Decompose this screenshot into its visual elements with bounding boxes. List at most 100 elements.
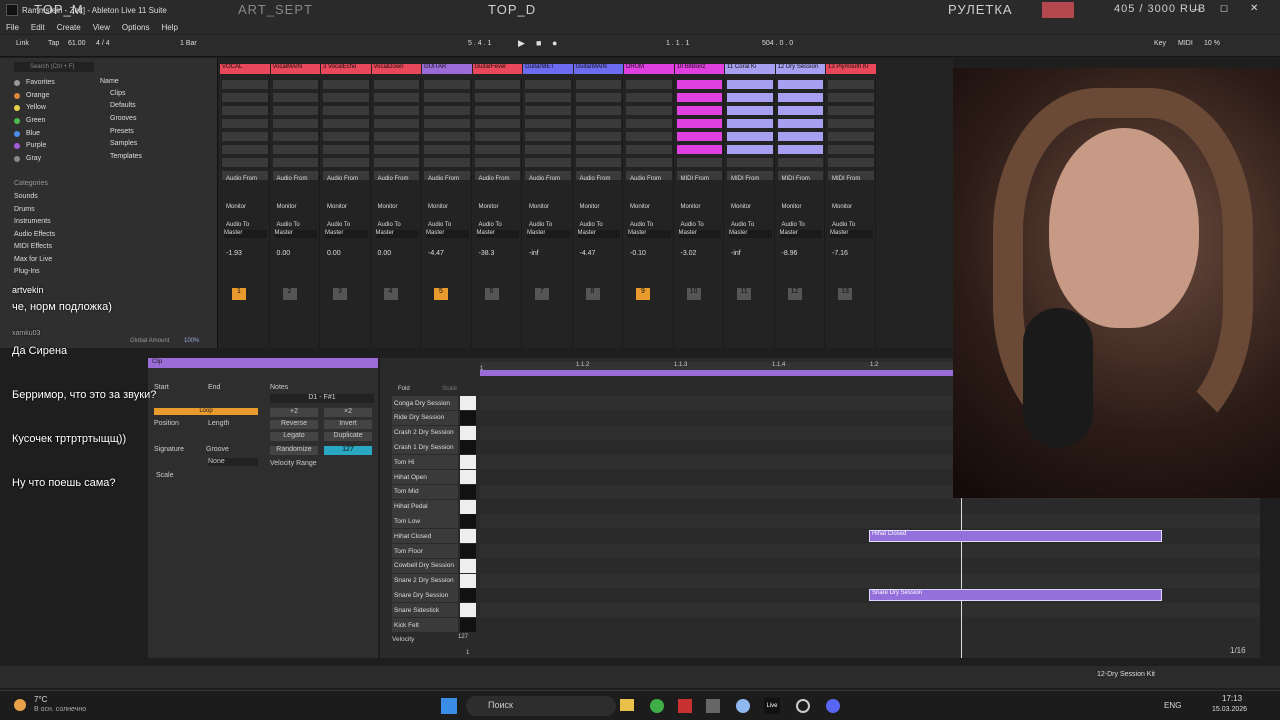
clip-slot[interactable] <box>525 132 571 141</box>
close-icon[interactable]: ✕ <box>1250 3 1258 14</box>
piano-key[interactable] <box>460 499 476 514</box>
piano-key[interactable] <box>460 603 476 618</box>
folder-presets[interactable]: Presets <box>110 128 134 135</box>
clip-slot[interactable] <box>828 80 874 89</box>
clip-slot[interactable] <box>626 119 672 128</box>
clip-slot[interactable] <box>474 132 520 141</box>
clip-slot[interactable] <box>373 158 419 167</box>
lane-grid-row[interactable] <box>480 499 1260 514</box>
clip-slot[interactable] <box>626 158 672 167</box>
clip-slot[interactable] <box>222 145 268 154</box>
clip-slot[interactable] <box>727 132 773 141</box>
output-select[interactable]: Master <box>274 230 317 238</box>
clip-slot[interactable] <box>272 132 318 141</box>
piano-key[interactable] <box>460 558 476 573</box>
output-select[interactable]: Master <box>628 230 671 238</box>
clip-slot[interactable] <box>828 132 874 141</box>
randomize-button[interactable]: Randomize <box>270 446 318 455</box>
clip-slot[interactable] <box>373 80 419 89</box>
clip-slot[interactable] <box>676 145 722 154</box>
multiply-x2[interactable]: ×2 <box>324 408 372 417</box>
piano-key[interactable] <box>460 544 476 558</box>
clip-slot[interactable] <box>222 119 268 128</box>
clip-slot[interactable] <box>727 119 773 128</box>
lane-grid-row[interactable] <box>480 544 1260 558</box>
folder-templates[interactable]: Templates <box>110 153 142 160</box>
clip-slot[interactable] <box>525 106 571 115</box>
piano-key[interactable] <box>460 573 476 588</box>
note-range[interactable]: D1 - F#1 <box>270 394 374 403</box>
clip-slot[interactable] <box>373 119 419 128</box>
taskbar-search[interactable]: Поиск <box>466 696 616 716</box>
grid-fraction[interactable]: 1/16 <box>1230 646 1246 655</box>
minimize-icon[interactable]: — <box>1192 4 1201 14</box>
reverse-button[interactable]: Reverse <box>270 420 318 429</box>
track-activator[interactable]: 8 <box>585 288 600 300</box>
drum-lane-label[interactable]: Tom Low <box>392 514 458 529</box>
clip-slot[interactable] <box>474 80 520 89</box>
global-amount-value[interactable]: 100% <box>184 338 199 344</box>
app-icon[interactable] <box>678 699 692 713</box>
clip-slot[interactable] <box>424 80 470 89</box>
piano-key[interactable] <box>460 618 476 632</box>
drum-lane-label[interactable]: Ride Dry Session <box>392 410 458 425</box>
clip-slot[interactable] <box>575 132 621 141</box>
track-header[interactable]: 13 Plymouth Ki <box>826 64 876 74</box>
clip-slot[interactable] <box>777 80 823 89</box>
track-activator[interactable]: 10 <box>686 288 701 300</box>
clip-slot[interactable] <box>272 119 318 128</box>
track-header[interactable]: DRUM <box>624 64 674 74</box>
lane-grid-row[interactable] <box>480 573 1260 588</box>
clip-slot[interactable] <box>222 132 268 141</box>
chrome-icon[interactable] <box>650 699 664 713</box>
menu-edit[interactable]: Edit <box>31 23 45 32</box>
randomize-amount[interactable]: 127 <box>324 446 372 455</box>
drum-lane-label[interactable]: Cowbell Dry Session <box>392 558 458 573</box>
track-volume[interactable]: -inf <box>731 250 741 257</box>
clip-slot[interactable] <box>828 119 874 128</box>
clip-slot[interactable] <box>777 132 823 141</box>
clip-slot[interactable] <box>676 80 722 89</box>
clip-slot[interactable] <box>575 93 621 102</box>
collection-gray[interactable]: Gray <box>14 155 41 162</box>
track-header[interactable]: 11 Coral Ki <box>725 64 775 74</box>
clip-slot[interactable] <box>727 158 773 167</box>
clip-slot[interactable] <box>626 145 672 154</box>
track-header[interactable]: GuitarFever <box>472 64 522 74</box>
clip-slot[interactable] <box>222 106 268 115</box>
clip-slot[interactable] <box>525 119 571 128</box>
clip-slot[interactable] <box>474 106 520 115</box>
track-activator[interactable]: 13 <box>838 288 852 300</box>
discord-icon[interactable] <box>826 699 840 713</box>
collection-favorites[interactable]: Favorites <box>14 79 55 86</box>
midi-note[interactable]: Snare Dry Session <box>869 589 1162 602</box>
track-volume[interactable]: 0.00 <box>378 250 392 257</box>
clip-slot[interactable] <box>272 158 318 167</box>
clip-slot[interactable] <box>676 119 722 128</box>
output-select[interactable]: Master <box>476 230 519 238</box>
clip-slot[interactable] <box>777 119 823 128</box>
clip-slot[interactable] <box>777 145 823 154</box>
legato-button[interactable]: Legato <box>270 432 318 441</box>
drum-lane-label[interactable]: Snare Sidestick <box>392 603 458 618</box>
track-activator[interactable]: 7 <box>535 288 549 300</box>
drum-lane-label[interactable]: Hihat Closed <box>392 529 458 544</box>
piano-key[interactable] <box>460 470 476 484</box>
track-volume[interactable]: 0.00 <box>277 250 291 257</box>
clip-slot[interactable] <box>272 106 318 115</box>
clock-date[interactable]: 15.03.2026 <box>1212 706 1247 713</box>
output-select[interactable]: Master <box>325 230 368 238</box>
clip-slot[interactable] <box>828 158 874 167</box>
language[interactable]: ENG <box>1164 701 1181 710</box>
clip-slot[interactable] <box>222 80 268 89</box>
piano-key[interactable] <box>460 410 476 425</box>
collection-blue[interactable]: Blue <box>14 130 40 137</box>
output-select[interactable]: Master <box>729 230 772 238</box>
duplicate-button[interactable]: Duplicate <box>324 432 372 441</box>
track-volume[interactable]: -inf <box>529 250 539 257</box>
loop-start[interactable]: 1 . 1 . 1 <box>666 40 689 47</box>
drum-lane-label[interactable]: Hihat Open <box>392 470 458 484</box>
track-header[interactable]: 12 Dry Session <box>775 64 825 74</box>
collection-purple[interactable]: Purple <box>14 142 46 149</box>
clip-slot[interactable] <box>727 106 773 115</box>
